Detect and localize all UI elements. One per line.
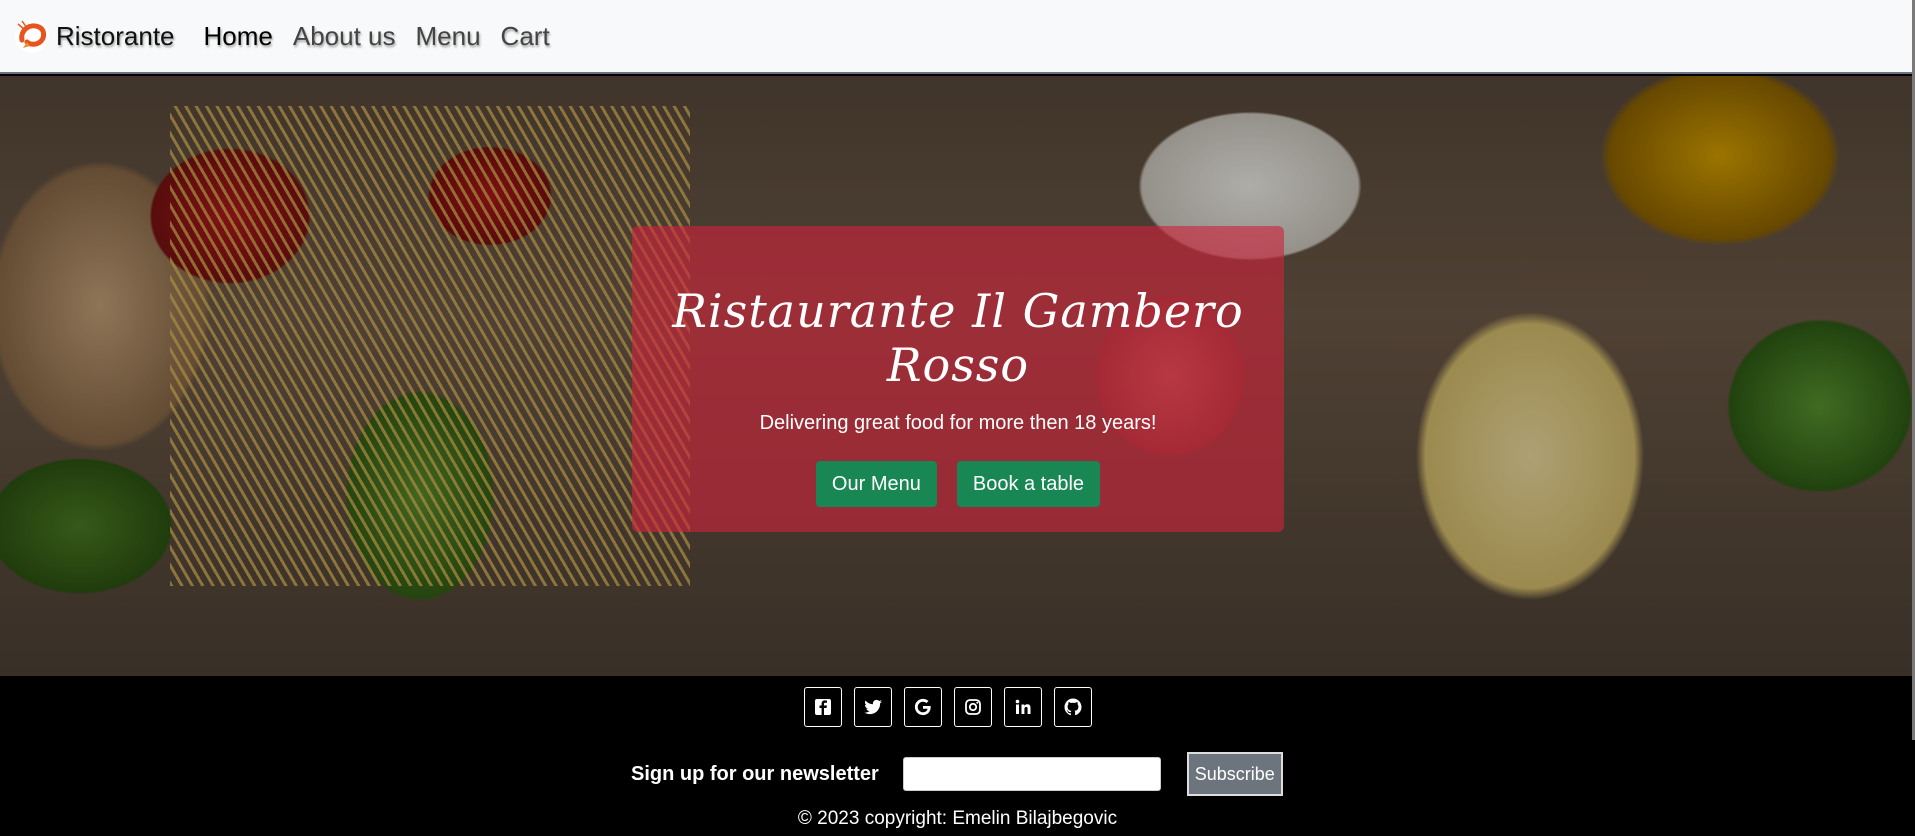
hero-buttons: Our Menu Book a table	[632, 461, 1284, 507]
nav-menu[interactable]: Menu	[416, 21, 481, 52]
nav-cart[interactable]: Cart	[501, 21, 550, 52]
brand-link[interactable]: Ristorante	[14, 18, 175, 54]
hero-title: Ristaurante Il Gambero Rosso	[672, 284, 1244, 392]
hero-subtitle: Delivering great food for more then 18 y…	[759, 412, 1157, 434]
shrimp-icon	[15, 19, 49, 53]
google-icon[interactable]	[904, 687, 942, 727]
hero-section: Ristaurante Il Gambero Rosso Delivering …	[0, 76, 1912, 676]
hero-card: Ristaurante Il Gambero Rosso Delivering …	[632, 226, 1284, 532]
newsletter-email-input[interactable]	[902, 757, 1161, 791]
brand-name: Ristorante	[56, 20, 175, 51]
facebook-icon[interactable]	[804, 687, 842, 727]
footer: Sign up for our newsletter Subscribe © 2…	[0, 676, 1912, 836]
navbar: Ristorante Home About us Menu Cart	[0, 0, 1912, 74]
copyright-text: © 2023 copyright: Emelin Bilajbegovic	[797, 808, 1118, 829]
nav-home[interactable]: Home	[204, 21, 273, 52]
nav-about[interactable]: About us	[293, 21, 396, 52]
social-links	[804, 687, 1092, 727]
newsletter-label: Sign up for our newsletter	[631, 762, 879, 785]
subscribe-button[interactable]: Subscribe	[1186, 752, 1283, 796]
linkedin-icon[interactable]	[1004, 687, 1042, 727]
our-menu-button[interactable]: Our Menu	[815, 461, 937, 507]
newsletter-form: Sign up for our newsletter Subscribe	[631, 752, 1283, 796]
github-icon[interactable]	[1054, 687, 1092, 727]
instagram-icon[interactable]	[954, 687, 992, 727]
nav-links: Home About us Menu Cart	[204, 21, 570, 52]
twitter-icon[interactable]	[854, 687, 892, 727]
book-table-button[interactable]: Book a table	[956, 461, 1101, 507]
